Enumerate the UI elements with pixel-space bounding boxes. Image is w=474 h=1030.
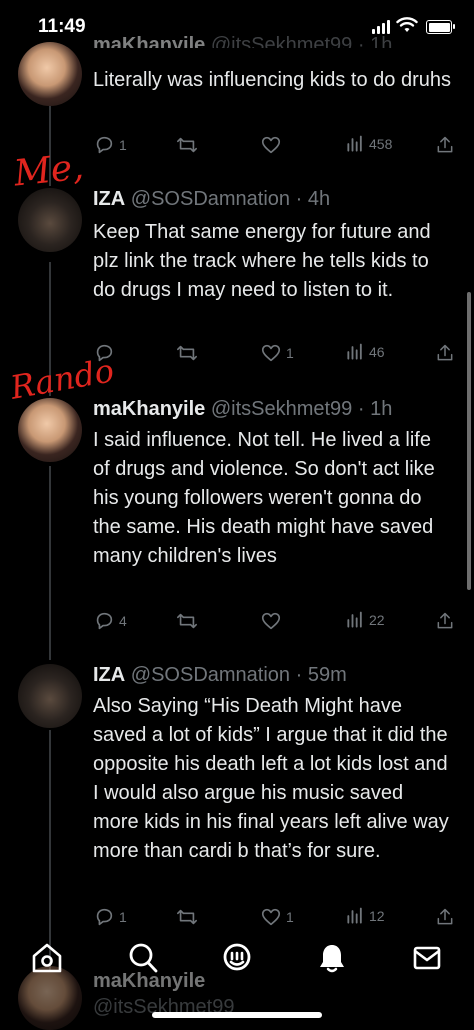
tweet-time: 4h xyxy=(307,188,331,210)
tweet-actions: 1 1 12 xyxy=(93,906,455,930)
author-name[interactable]: maKhanyile xyxy=(93,398,205,420)
views-button[interactable]: 46 xyxy=(345,342,385,362)
tweet-actions: 1 458 xyxy=(93,134,455,158)
reply-icon xyxy=(96,908,113,926)
tweet-actions: 4 22 xyxy=(93,610,455,634)
avatar[interactable] xyxy=(18,42,82,106)
like-button[interactable]: 1 xyxy=(260,342,294,364)
author-name[interactable]: IZA xyxy=(93,188,125,210)
reply-count: 4 xyxy=(119,613,127,629)
home-indicator[interactable] xyxy=(152,1012,322,1018)
avatar[interactable] xyxy=(18,664,82,728)
avatar[interactable] xyxy=(18,188,82,252)
author-handle[interactable]: @SOSDamnation xyxy=(131,664,290,686)
share-icon xyxy=(437,908,453,925)
views-icon xyxy=(347,343,362,360)
author-name[interactable]: maKhanyile xyxy=(93,34,205,48)
reply-count: 1 xyxy=(119,137,127,153)
tweet-text: Keep That same energy for future and plz… xyxy=(93,221,431,301)
heart-icon xyxy=(261,612,281,630)
handwritten-annotation-me: Me, xyxy=(12,146,86,195)
views-count: 12 xyxy=(369,908,385,924)
heart-icon xyxy=(261,344,281,362)
tweet-text: I said influence. Not tell. He lived a l… xyxy=(93,429,435,567)
retweet-icon xyxy=(177,137,197,153)
tweet-time: 1h xyxy=(370,398,393,420)
views-count: 46 xyxy=(369,344,385,360)
tweet-time: 59m xyxy=(307,664,347,686)
tweet-actions: 1 46 xyxy=(93,342,455,366)
views-button[interactable]: 458 xyxy=(345,134,392,154)
share-icon xyxy=(437,612,453,629)
retweet-icon xyxy=(177,613,197,629)
bottom-navigation xyxy=(0,932,474,982)
views-icon xyxy=(347,611,362,628)
like-button[interactable] xyxy=(260,134,282,156)
views-button[interactable]: 22 xyxy=(345,610,385,630)
notifications-icon[interactable] xyxy=(318,942,346,974)
heart-icon xyxy=(261,908,281,926)
grok-icon[interactable] xyxy=(222,942,252,974)
like-count: 1 xyxy=(286,909,294,925)
share-button[interactable] xyxy=(435,342,455,364)
scrollbar[interactable] xyxy=(467,292,471,590)
reply-button[interactable]: 1 xyxy=(93,906,127,928)
tweet-text: Literally was influencing kids to do dru… xyxy=(93,69,451,91)
author-handle[interactable]: @SOSDamnation xyxy=(131,188,290,210)
author-handle[interactable]: @itsSekhmet99 xyxy=(211,34,352,48)
views-icon xyxy=(347,135,362,152)
share-button[interactable] xyxy=(435,906,455,928)
messages-icon[interactable] xyxy=(412,942,442,974)
share-button[interactable] xyxy=(435,610,455,632)
reply-count: 1 xyxy=(119,909,127,925)
thread-line xyxy=(49,466,51,660)
tweet-time: 1h xyxy=(370,34,393,48)
retweet-icon xyxy=(177,909,197,925)
like-button[interactable] xyxy=(260,610,282,632)
retweet-button[interactable] xyxy=(175,610,199,632)
tweet-text: Also Saying “His Death Might have saved … xyxy=(93,695,449,862)
share-icon xyxy=(437,344,453,361)
search-icon[interactable] xyxy=(128,942,158,974)
like-count: 1 xyxy=(286,345,294,361)
reply-button[interactable]: 1 xyxy=(93,134,127,156)
reply-thread: maKhanyile @itsSekhmet99 · 1h Literally … xyxy=(0,0,474,1030)
reply-icon xyxy=(96,136,113,154)
reply-button[interactable]: 4 xyxy=(93,610,127,632)
author-handle[interactable]: @itsSekhmet99 xyxy=(211,398,352,420)
views-count: 458 xyxy=(369,136,393,152)
retweet-icon xyxy=(177,345,197,361)
home-icon[interactable] xyxy=(30,942,64,974)
views-button[interactable]: 12 xyxy=(345,906,385,926)
retweet-button[interactable] xyxy=(175,134,199,156)
heart-icon xyxy=(261,136,281,154)
avatar[interactable] xyxy=(18,398,82,462)
views-icon xyxy=(347,907,362,924)
author-name[interactable]: IZA xyxy=(93,664,125,686)
like-button[interactable]: 1 xyxy=(260,906,294,928)
retweet-button[interactable] xyxy=(175,906,199,928)
share-button[interactable] xyxy=(435,134,455,156)
views-count: 22 xyxy=(369,612,385,628)
retweet-button[interactable] xyxy=(175,342,199,364)
reply-icon xyxy=(96,612,113,630)
share-icon xyxy=(437,136,453,153)
